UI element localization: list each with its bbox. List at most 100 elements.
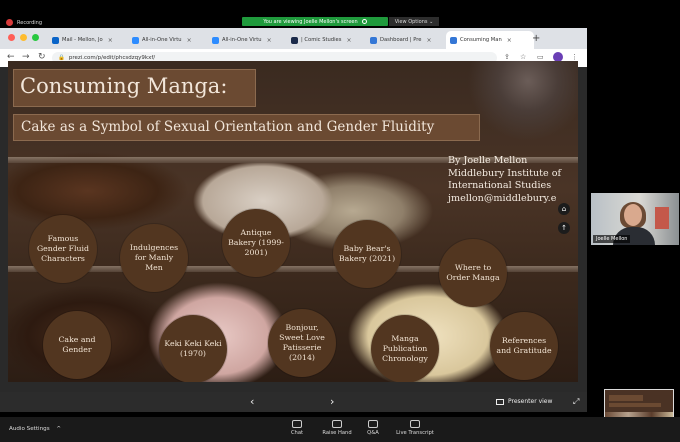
prezi-icon (370, 36, 377, 44)
close-tab-icon[interactable]: × (267, 37, 272, 44)
chat-label: Chat (290, 430, 304, 436)
next-slide-button[interactable]: › (330, 395, 334, 408)
topic-label: Famous Gender Fluid Characters (36, 234, 90, 263)
close-window-icon[interactable] (8, 34, 15, 41)
tab-dashboard[interactable]: Dashboard | Pre × (370, 31, 448, 49)
topic-references[interactable]: References and Gratitude (490, 312, 558, 380)
meeting-controls-bar: Audio Settings ^ Chat Raise Hand Q&A Liv… (0, 417, 680, 442)
tab-label: Consuming Man (460, 37, 502, 43)
prezi-icon (450, 36, 457, 44)
tab-bar: Mail - Mellon, Jo × All-in-One Virtu × A… (0, 28, 587, 49)
site-icon (291, 36, 298, 44)
home-icon[interactable]: ⌂ (558, 203, 570, 215)
mail-icon (52, 36, 59, 44)
more-menu-icon[interactable]: ⋮ (571, 53, 578, 61)
qa-label: Q&A (367, 430, 379, 436)
tab-label: All-in-One Virtu (222, 37, 262, 43)
topic-antique-bakery[interactable]: Antique Bakery (1999-2001) (222, 209, 290, 277)
topic-label: Indulgences for Manly Men (129, 243, 179, 272)
presentation-slide: Consuming Manga: Cake as a Symbol of Sex… (8, 61, 578, 382)
tab-label: | Comic Studies (301, 37, 342, 43)
tab-virtual-1[interactable]: All-in-One Virtu × (132, 31, 210, 49)
zoom-out-icon[interactable]: ↑ (558, 222, 570, 234)
previous-slide-button[interactable]: ‹ (250, 395, 254, 408)
topic-label: Bonjour, Sweet Love Patisserie (2014) (279, 323, 325, 362)
audio-settings-button[interactable]: Audio Settings ^ (9, 426, 61, 432)
presenter-view-button[interactable]: Presenter view (496, 398, 552, 405)
topic-bonjour-sweet-love[interactable]: Bonjour, Sweet Love Patisserie (2014) (268, 309, 336, 377)
caret-up-icon[interactable]: ^ (56, 426, 61, 432)
topic-baby-bears-bakery[interactable]: Baby Bear's Bakery (2021) (333, 220, 401, 288)
close-tab-icon[interactable]: × (346, 37, 351, 44)
presenter-view-label: Presenter view (508, 398, 553, 405)
view-options-button[interactable]: View Options ⌄ (389, 17, 439, 26)
author-line: jmellon@middlebury.e (448, 192, 557, 204)
bookmark-star-icon[interactable]: ☆ (520, 53, 526, 61)
topic-label: Baby Bear's Bakery (2021) (338, 244, 396, 263)
topic-label: Cake and Gender (58, 335, 96, 354)
author-line: By Joelle Mellon (448, 155, 528, 166)
recording-label: Recording (17, 19, 43, 26)
zoom-icon (212, 36, 219, 44)
fullscreen-icon[interactable]: ⤢ (573, 397, 579, 407)
shield-icon (361, 19, 367, 24)
viewing-banner: You are viewing Joelle Mellon's screen (242, 17, 388, 26)
author-line: Middlebury Institute of (448, 167, 562, 179)
qa-icon (368, 420, 378, 428)
zoom-icon (132, 36, 139, 44)
tab-comic-studies[interactable]: | Comic Studies × (291, 31, 369, 49)
live-transcript-button[interactable]: Live Transcript (393, 420, 437, 436)
tab-label: All-in-One Virtu (142, 37, 182, 43)
browser-window: Mail - Mellon, Jo × All-in-One Virtu × A… (0, 28, 587, 412)
topic-label: Antique Bakery (1999-2001) (228, 228, 284, 257)
slide-title: Consuming Manga: (20, 74, 228, 98)
close-tab-icon[interactable]: × (426, 37, 431, 44)
closed-caption-icon (410, 420, 420, 428)
raise-hand-button[interactable]: Raise Hand (320, 420, 354, 436)
prezi-page: Consuming Manga: Cake as a Symbol of Sex… (0, 61, 587, 392)
topic-label: Manga Publication Chronology (382, 334, 428, 363)
topic-label: Where to Order Manga (446, 263, 500, 282)
tab-label: Dashboard | Pre (380, 37, 422, 43)
topic-cake-and-gender[interactable]: Cake and Gender (43, 311, 111, 379)
chat-button[interactable]: Chat (287, 420, 307, 436)
author-line: International Studies (448, 180, 552, 191)
sidebar-icon[interactable]: ▭ (537, 53, 544, 61)
chat-icon (292, 420, 302, 428)
author-info: By Joelle Mellon Middlebury Institute of… (448, 155, 573, 205)
topic-label: References and Gratitude (496, 336, 552, 355)
new-tab-button[interactable]: + (532, 33, 540, 44)
slide-subtitle: Cake as a Symbol of Sexual Orientation a… (21, 119, 435, 135)
thumbnail-subtitle (609, 403, 661, 407)
raise-hand-label: Raise Hand (322, 430, 352, 436)
minimize-window-icon[interactable] (20, 34, 27, 41)
wall-art (655, 207, 669, 229)
topic-keki-keki-keki[interactable]: Keki Keki Keki (1970) (159, 315, 227, 382)
qa-button[interactable]: Q&A (365, 420, 381, 436)
topic-indulgences[interactable]: Indulgences for Manly Men (120, 224, 188, 292)
topic-manga-publication[interactable]: Manga Publication Chronology (371, 315, 439, 382)
close-tab-icon[interactable]: × (507, 37, 512, 44)
tab-mail[interactable]: Mail - Mellon, Jo × (52, 31, 130, 49)
presenter-view-icon (496, 398, 504, 405)
topic-famous-gender-fluid[interactable]: Famous Gender Fluid Characters (29, 215, 97, 283)
recording-indicator: Recording (6, 19, 42, 26)
window-controls (8, 34, 39, 41)
topic-label: Keki Keki Keki (1970) (164, 339, 222, 358)
tab-virtual-2[interactable]: All-in-One Virtu × (212, 31, 290, 49)
share-icon[interactable]: ⇪ (504, 53, 510, 61)
tab-label: Mail - Mellon, Jo (62, 37, 103, 43)
participant-face (624, 204, 642, 226)
tab-consuming-manga[interactable]: Consuming Man × (446, 31, 534, 49)
close-tab-icon[interactable]: × (187, 37, 192, 44)
live-transcript-label: Live Transcript (396, 430, 434, 436)
audio-settings-label: Audio Settings (9, 426, 50, 432)
hand-icon (332, 420, 342, 428)
maximize-window-icon[interactable] (32, 34, 39, 41)
participant-video[interactable]: Joelle Mellon (591, 193, 679, 245)
presentation-controls: ‹ › Presenter view ⤢ (0, 392, 587, 412)
close-tab-icon[interactable]: × (108, 37, 113, 44)
record-icon (6, 19, 13, 26)
viewing-banner-text: You are viewing Joelle Mellon's screen (263, 18, 358, 25)
topic-where-to-order[interactable]: Where to Order Manga (439, 239, 507, 307)
